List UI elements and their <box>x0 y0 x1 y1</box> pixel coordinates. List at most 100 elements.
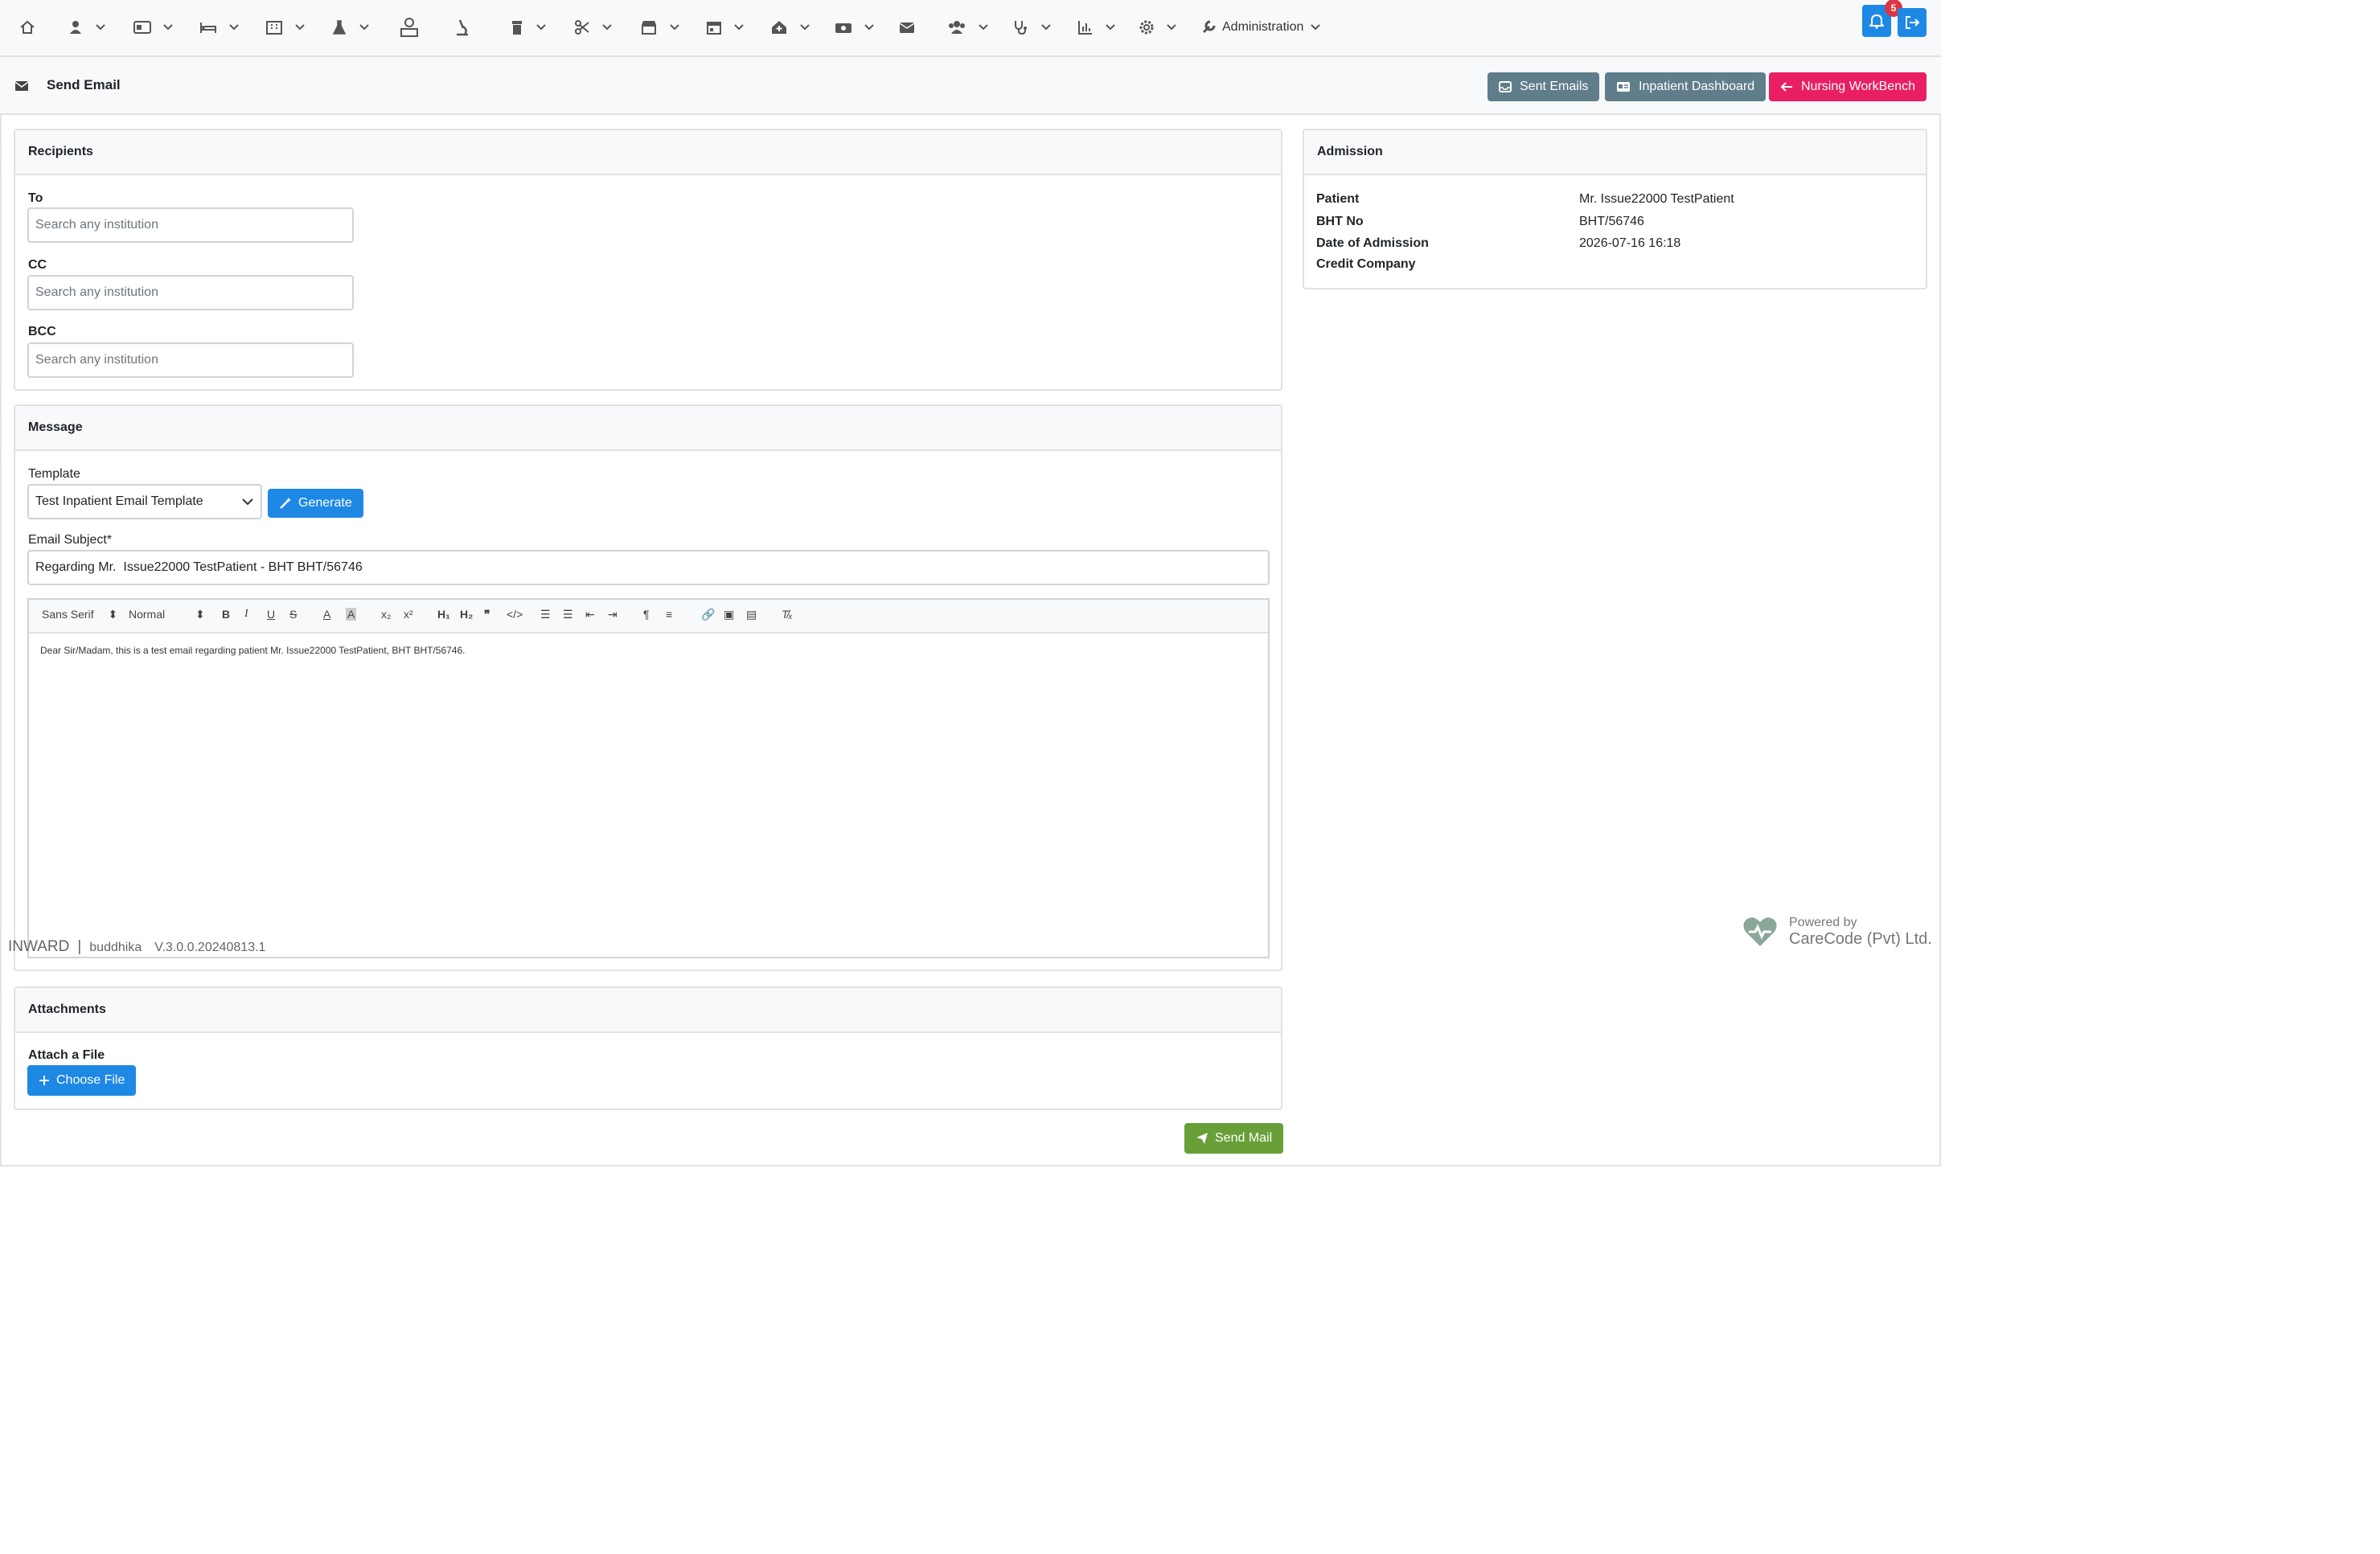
envelope-icon[interactable] <box>899 14 915 40</box>
chevron-down-icon <box>359 24 369 31</box>
paper-plane-icon <box>1196 1133 1208 1144</box>
chevron-down-icon <box>242 498 253 506</box>
administration-menu[interactable]: Administration <box>1201 14 1321 40</box>
gear-icon <box>1139 20 1154 35</box>
nursing-workbench-button[interactable]: Nursing WorkBench <box>1769 72 1927 101</box>
editor-toolbar: Sans Serif ⬍ Normal ⬍ B I U S A A x₂ x² … <box>29 600 1268 633</box>
chevron-down-icon <box>229 24 239 31</box>
ordered-list-icon[interactable]: ☰ <box>540 608 551 621</box>
generate-label: Generate <box>298 496 352 510</box>
heading2-icon[interactable]: H₂ <box>460 608 473 621</box>
underline-icon[interactable]: U <box>267 608 275 621</box>
chevron-down-icon <box>295 24 305 31</box>
font-size-select[interactable]: Normal ⬍ <box>129 608 205 621</box>
bell-icon <box>1869 14 1884 29</box>
link-icon[interactable]: 🔗 <box>701 608 715 621</box>
outdent-icon[interactable]: ⇤ <box>585 608 595 621</box>
pill-bottle-icon <box>512 21 522 35</box>
clear-format-icon[interactable]: T̸ₓ <box>782 608 793 621</box>
lab-menu[interactable] <box>331 14 370 40</box>
subject-input[interactable] <box>27 550 1270 585</box>
theatre-menu[interactable] <box>574 14 613 40</box>
sent-emails-label: Sent Emails <box>1520 80 1589 93</box>
admission-date-label: Date of Admission <box>1316 236 1429 250</box>
pharmacy-menu[interactable] <box>510 14 547 40</box>
template-label: Template <box>28 467 80 481</box>
doctor-icon[interactable] <box>399 14 420 40</box>
bullet-list-icon[interactable]: ☰ <box>563 608 573 621</box>
store-menu[interactable] <box>640 14 680 40</box>
heading1-icon[interactable]: H₁ <box>437 608 450 621</box>
choose-file-button[interactable]: Choose File <box>27 1065 137 1096</box>
text-color-icon[interactable]: A <box>323 608 330 621</box>
logout-button[interactable] <box>1898 8 1927 37</box>
patient-menu[interactable] <box>68 14 106 40</box>
video-icon[interactable]: ▤ <box>746 608 757 621</box>
align-icon[interactable]: ≡ <box>666 608 672 621</box>
generate-button[interactable]: Generate <box>268 489 363 518</box>
font-family-value: Sans Serif <box>42 608 94 621</box>
recipients-title: Recipients <box>15 130 1281 175</box>
chevron-down-icon <box>163 24 173 31</box>
to-label: To <box>28 191 43 205</box>
send-mail-button[interactable]: Send Mail <box>1184 1123 1284 1154</box>
arrow-left-icon <box>1780 82 1792 92</box>
bht-no-value: BHT/56746 <box>1579 215 1644 228</box>
clinic-menu[interactable] <box>770 14 810 40</box>
id-card-icon <box>1617 82 1630 92</box>
administration-label: Administration <box>1222 20 1304 34</box>
magic-wand-icon <box>280 498 291 509</box>
inward-menu[interactable] <box>199 14 240 40</box>
chevron-down-icon <box>1106 24 1115 31</box>
font-family-select[interactable]: Sans Serif ⬍ <box>42 608 117 621</box>
italic-icon[interactable]: I <box>244 608 248 621</box>
template-select[interactable]: Test Inpatient Email Template <box>27 484 262 519</box>
module-name: INWARD <box>8 938 70 955</box>
subscript-icon[interactable]: x₂ <box>381 608 391 621</box>
appointments-menu[interactable] <box>706 14 745 40</box>
billing-menu[interactable] <box>133 14 174 40</box>
indent-icon[interactable]: ⇥ <box>608 608 618 621</box>
cc-search-input[interactable] <box>27 275 354 310</box>
flask-icon <box>332 20 347 35</box>
hospital-menu[interactable] <box>265 14 306 40</box>
admission-title: Admission <box>1304 130 1926 175</box>
reports-menu[interactable] <box>1077 14 1116 40</box>
strike-icon[interactable]: S <box>289 608 297 621</box>
inpatient-dashboard-button[interactable]: Inpatient Dashboard <box>1605 72 1767 101</box>
home-icon[interactable] <box>19 14 35 40</box>
patient-value: Mr. Issue22000 TestPatient <box>1579 192 1734 206</box>
chevron-down-icon <box>979 24 988 31</box>
bcc-search-input[interactable] <box>27 342 354 378</box>
text-direction-icon[interactable]: ¶ <box>643 608 650 621</box>
attachments-title: Attachments <box>15 988 1281 1033</box>
settings-menu[interactable] <box>1139 14 1177 40</box>
editor-content[interactable]: Dear Sir/Madam, this is a test email reg… <box>29 633 1268 667</box>
image-icon[interactable]: ▣ <box>724 608 734 621</box>
microscope-icon[interactable] <box>453 14 471 40</box>
blockquote-icon[interactable]: ❞ <box>484 608 490 621</box>
choose-file-label: Choose File <box>56 1073 125 1087</box>
footer-info: INWARD | buddhika V.3.0.0.20240813.1 <box>8 938 266 955</box>
staff-menu[interactable] <box>947 14 989 40</box>
building-icon <box>266 21 282 35</box>
powered-by: Powered by CareCode (Pvt) Ltd. <box>1741 914 1932 949</box>
bht-no-label: BHT No <box>1316 215 1364 228</box>
finance-menu[interactable] <box>835 14 875 40</box>
chevron-down-icon <box>1167 24 1176 31</box>
code-block-icon[interactable]: </> <box>507 608 523 621</box>
chevron-down-icon <box>602 24 612 31</box>
envelope-icon <box>14 81 29 91</box>
inpatient-dashboard-label: Inpatient Dashboard <box>1639 80 1755 93</box>
sent-emails-button[interactable]: Sent Emails <box>1488 72 1600 101</box>
to-search-input[interactable] <box>27 207 354 243</box>
powered-by-label: Powered by <box>1789 915 1857 929</box>
subject-label: Email Subject* <box>28 533 113 547</box>
wrench-icon <box>1202 20 1216 34</box>
clinical-menu[interactable] <box>1013 14 1052 40</box>
email-body-editor: Sans Serif ⬍ Normal ⬍ B I U S A A x₂ x² … <box>27 598 1270 958</box>
chevron-down-icon <box>96 24 105 31</box>
background-color-icon[interactable]: A <box>346 608 357 621</box>
bold-icon[interactable]: B <box>222 608 230 621</box>
superscript-icon[interactable]: x² <box>404 608 413 621</box>
